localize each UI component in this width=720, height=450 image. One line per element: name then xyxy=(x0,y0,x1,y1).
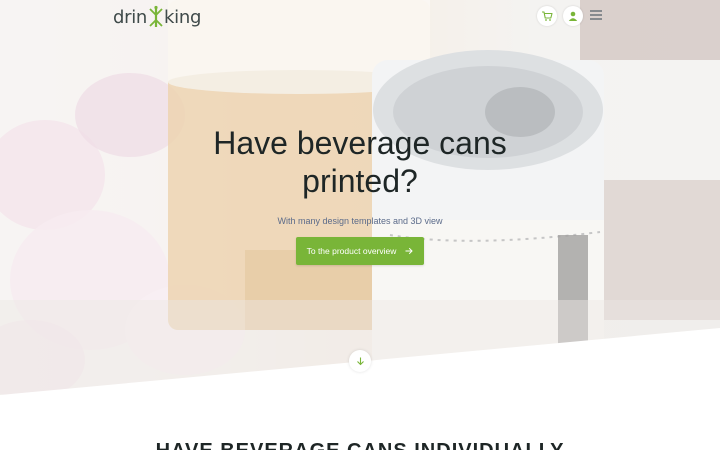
scroll-down-button[interactable] xyxy=(349,350,371,372)
arrow-down-icon xyxy=(356,357,364,365)
user-icon xyxy=(568,11,578,21)
account-button[interactable] xyxy=(563,6,583,26)
logo-text-start: drin xyxy=(113,6,148,28)
product-overview-button-label: To the product overview xyxy=(306,246,397,256)
hero-subtitle: With many design templates and 3D view xyxy=(277,216,443,226)
logo-text-end: king xyxy=(164,6,202,28)
logo[interactable]: drin king xyxy=(113,5,201,29)
site-header: drin king xyxy=(0,0,720,34)
hero-title: Have beverage cans printed? xyxy=(213,125,507,199)
cart-icon xyxy=(542,11,553,21)
hamburger-menu-icon[interactable] xyxy=(589,9,603,21)
arrow-right-icon xyxy=(405,247,414,255)
section-heading: HAVE BEVERAGE CANS INDIVIDUALLY xyxy=(80,440,640,450)
logo-leaf-icon xyxy=(149,5,163,27)
product-overview-button[interactable]: To the product overview xyxy=(296,237,424,265)
cart-button[interactable] xyxy=(537,6,557,26)
